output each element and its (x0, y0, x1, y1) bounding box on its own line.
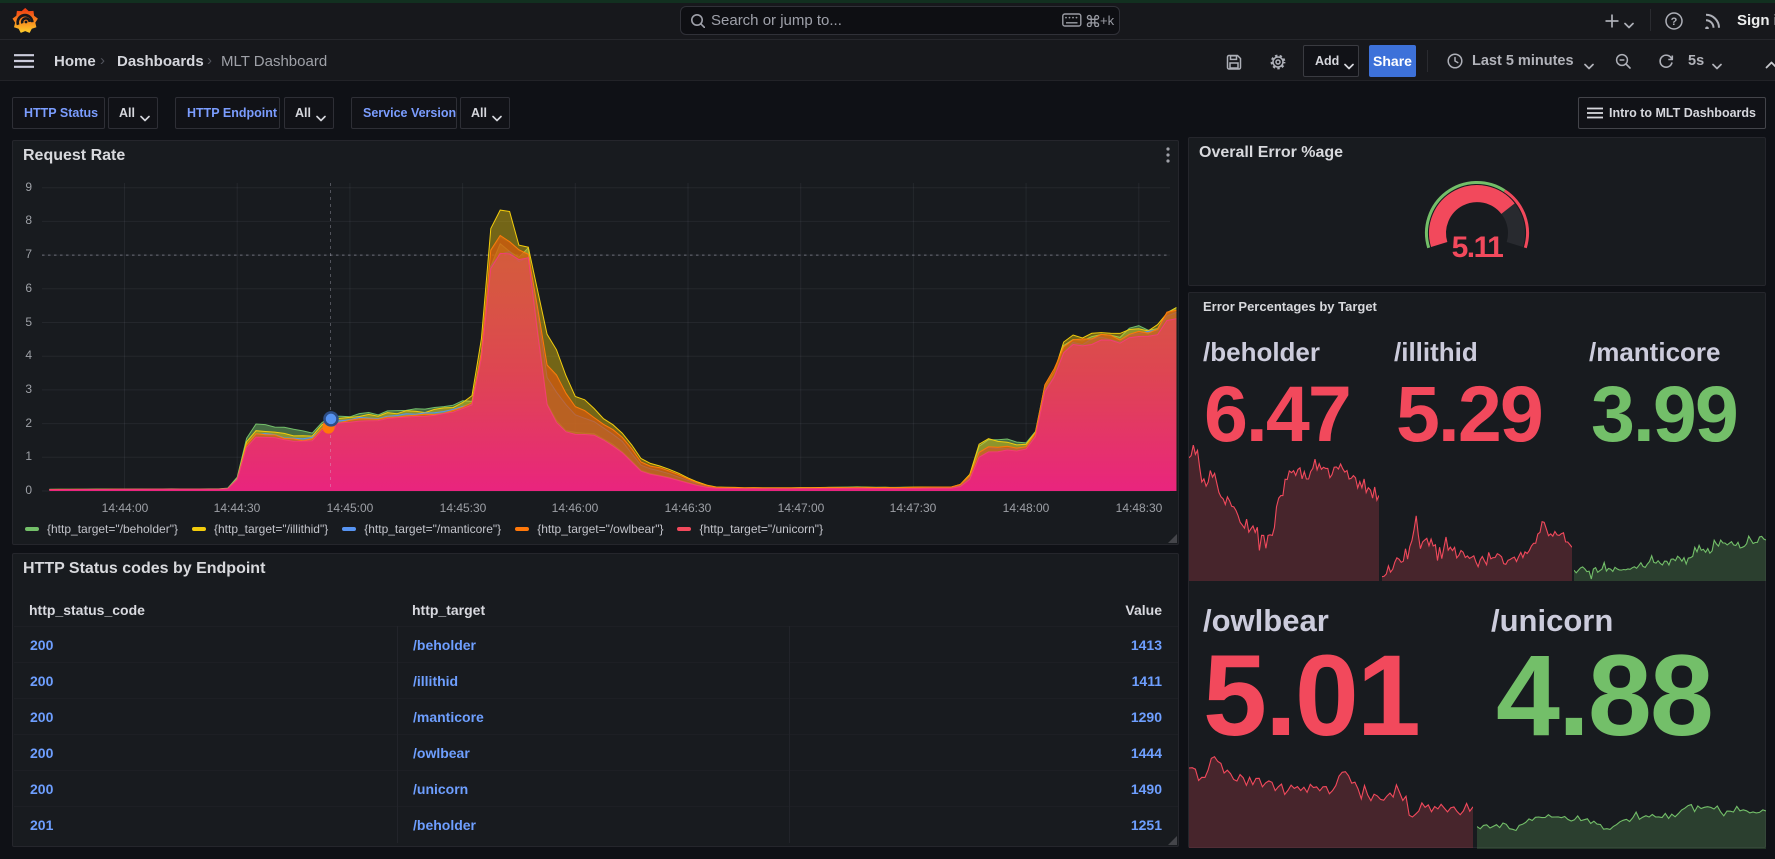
svg-text:?: ? (1671, 16, 1678, 28)
